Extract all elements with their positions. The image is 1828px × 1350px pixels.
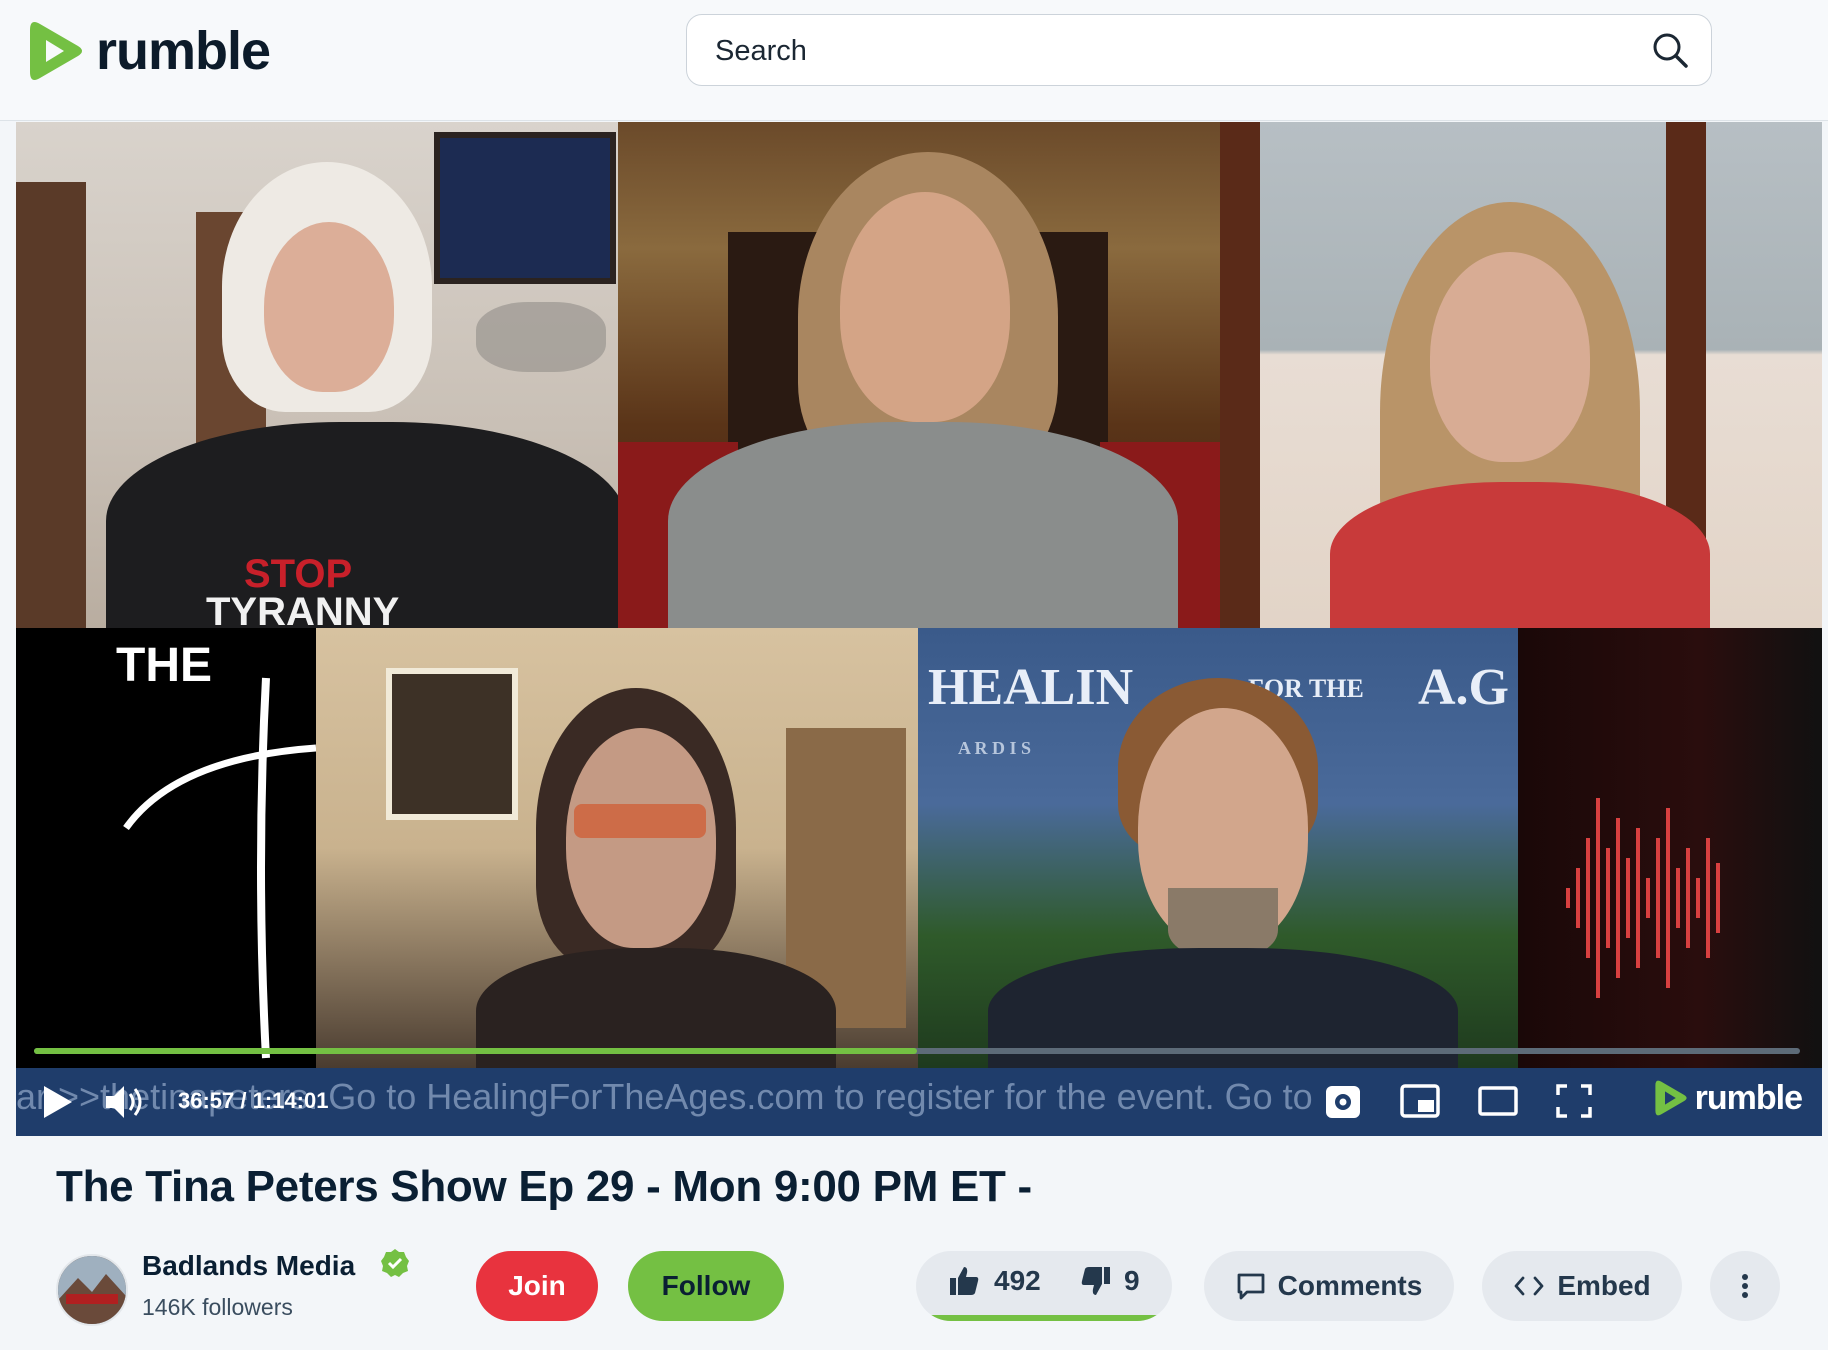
- comments-button[interactable]: Comments: [1204, 1251, 1454, 1321]
- video-frame[interactable]: STOP TYRANNY THE HEALIN FOR THE A.G A R …: [16, 122, 1822, 1068]
- dislike-button[interactable]: 9: [1080, 1265, 1140, 1297]
- embed-button[interactable]: Embed: [1482, 1251, 1682, 1321]
- play-icon[interactable]: [40, 1084, 74, 1120]
- pip-icon[interactable]: [1400, 1084, 1440, 1118]
- thumbs-up-icon: [950, 1267, 979, 1295]
- audio-wave-tile: [1518, 628, 1822, 1068]
- settings-icon[interactable]: [1324, 1084, 1362, 1120]
- show-logo-tile: THE: [16, 628, 316, 1068]
- join-button[interactable]: Join: [476, 1251, 598, 1321]
- script-logo-icon: [123, 677, 316, 1059]
- banner-sub: A R D I S: [958, 738, 1032, 758]
- participant-tile-2: [618, 122, 1220, 628]
- rumble-logo-icon: [30, 22, 82, 80]
- top-header: rumble: [0, 0, 1828, 121]
- search-bar: [686, 14, 1712, 87]
- video-player[interactable]: STOP TYRANNY THE HEALIN FOR THE A.G A R …: [16, 122, 1822, 1136]
- banner-ages: A.G: [1418, 659, 1509, 716]
- follow-button[interactable]: Follow: [628, 1251, 784, 1321]
- participant-tile-4: [316, 628, 918, 1068]
- comments-label: Comments: [1277, 1270, 1423, 1301]
- participant-tile-5: HEALIN FOR THE A.G A R D I S: [918, 628, 1518, 1068]
- comment-icon: [1237, 1273, 1265, 1300]
- audio-wave-icon: [1566, 798, 1720, 998]
- brand-name: rumble: [96, 21, 271, 81]
- more-options-button[interactable]: [1710, 1251, 1780, 1321]
- theater-mode-icon[interactable]: [1478, 1086, 1518, 1116]
- player-controls: ar >>thetinapeters. Go to HealingForTheA…: [16, 1068, 1822, 1136]
- player-brand-name: rumble: [1694, 1078, 1803, 1117]
- volume-icon[interactable]: [104, 1082, 148, 1122]
- followers-count: 146K followers: [142, 1294, 293, 1320]
- progress-fill: [34, 1048, 917, 1054]
- like-button[interactable]: 492: [948, 1265, 1041, 1297]
- fullscreen-icon[interactable]: [1556, 1084, 1592, 1118]
- vote-ratio-bar: [924, 1315, 1164, 1321]
- channel-name[interactable]: Badlands Media: [142, 1250, 355, 1282]
- rumble-logo-icon: [1655, 1080, 1687, 1116]
- embed-label: Embed: [1557, 1270, 1651, 1301]
- vote-pill: 492 9: [916, 1251, 1172, 1321]
- code-icon: [1514, 1276, 1544, 1296]
- thumbs-down-icon: [1081, 1267, 1110, 1295]
- dislike-count: 9: [1124, 1265, 1140, 1296]
- participant-tile-3: [1220, 122, 1822, 628]
- participant-tile-1: STOP TYRANNY: [16, 122, 618, 628]
- channel-avatar-icon: [58, 1256, 126, 1324]
- like-count: 492: [994, 1265, 1041, 1296]
- search-icon[interactable]: [1651, 31, 1689, 69]
- rumble-logo[interactable]: rumble: [26, 18, 271, 84]
- progress-bar[interactable]: [34, 1048, 1800, 1054]
- search-input[interactable]: [713, 15, 1617, 87]
- banner-healing: HEALIN: [928, 659, 1134, 716]
- more-vertical-icon: [1742, 1274, 1748, 1298]
- shirt-text-tyranny: TYRANNY: [206, 590, 400, 628]
- verified-icon: [381, 1249, 409, 1277]
- player-rumble-logo[interactable]: rumble: [1653, 1078, 1803, 1118]
- video-title: The Tina Peters Show Ep 29 - Mon 9:00 PM…: [56, 1162, 1032, 1211]
- time-display: 36:57 / 1:14:01: [178, 1088, 329, 1113]
- avatar[interactable]: [56, 1254, 128, 1326]
